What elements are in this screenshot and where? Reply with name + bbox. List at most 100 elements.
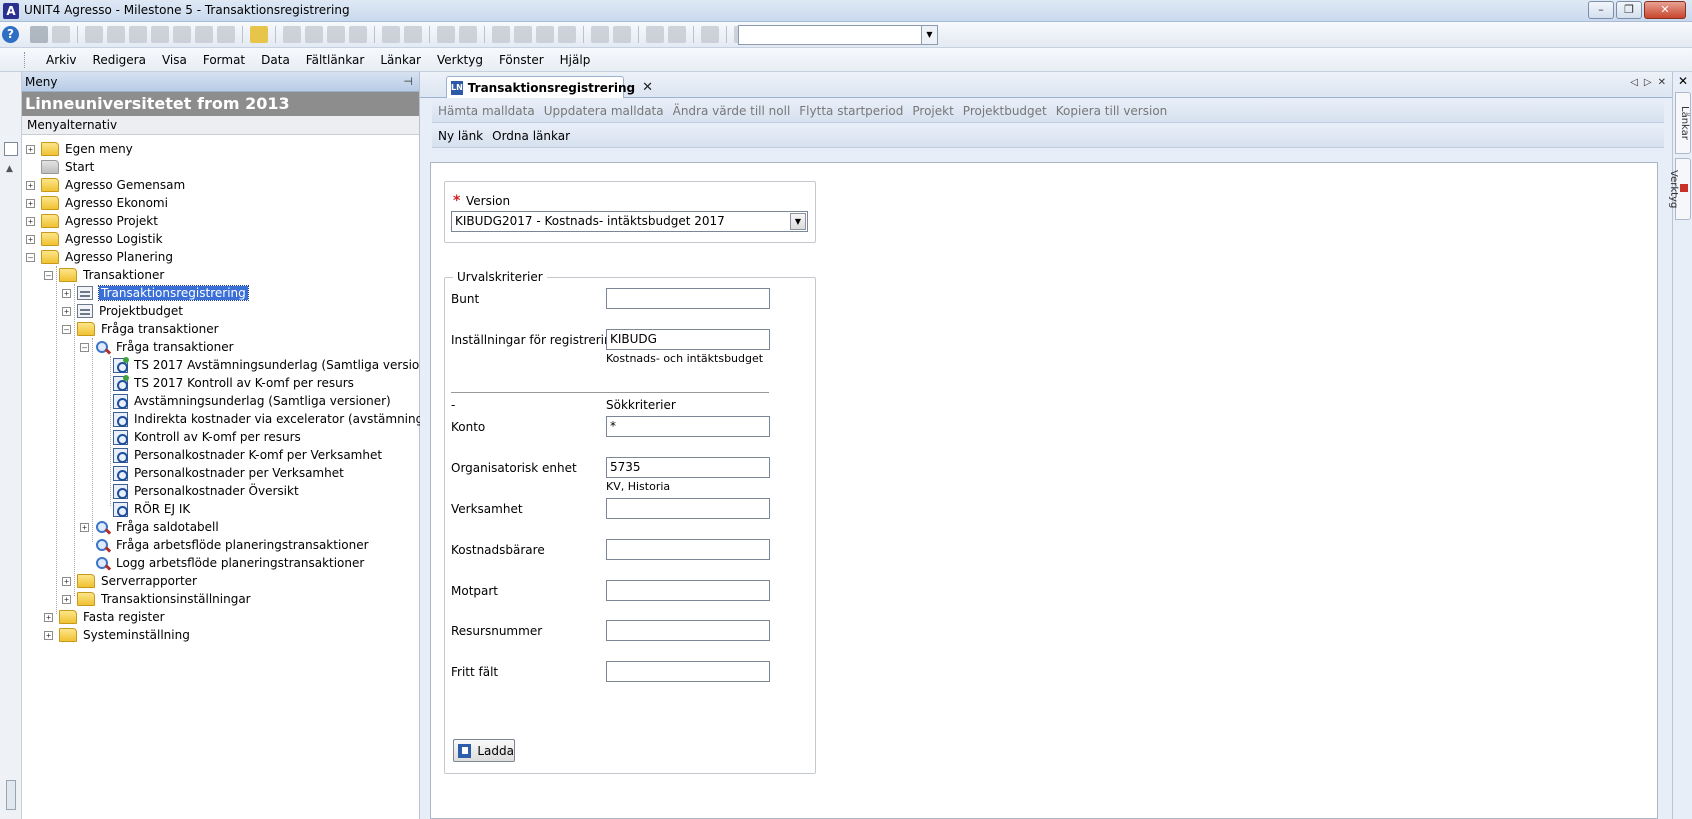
- flytta-startperiod-button[interactable]: Flytta startperiod: [799, 104, 903, 118]
- expand-toggle[interactable]: +: [62, 576, 71, 586]
- copy-row-icon[interactable]: [382, 26, 400, 43]
- settings-input[interactable]: KIBUDG: [606, 329, 770, 350]
- tree-item-agresso-planering[interactable]: – Agresso Planering: [26, 248, 173, 266]
- kopiera-version-button[interactable]: Kopiera till version: [1056, 104, 1168, 118]
- chart-icon[interactable]: [459, 26, 477, 43]
- help-topic-icon[interactable]: [250, 26, 268, 43]
- menu-lankar[interactable]: Länkar: [372, 53, 429, 67]
- next-record-icon[interactable]: [327, 26, 345, 43]
- expand-toggle[interactable]: +: [26, 144, 35, 154]
- tree-item-agresso-ekonomi[interactable]: + Agresso Ekonomi: [26, 194, 168, 212]
- tree-item-agresso-projekt[interactable]: + Agresso Projekt: [26, 212, 158, 230]
- fritt-falt-input[interactable]: [606, 661, 770, 682]
- tree-item-agresso-gemensam[interactable]: + Agresso Gemensam: [26, 176, 185, 194]
- first-record-icon[interactable]: [283, 26, 301, 43]
- tree-item-report[interactable]: Kontroll av K-omf per resurs: [98, 428, 301, 446]
- version-select[interactable]: KIBUDG2017 - Kostnads- intäktsbudget 201…: [451, 211, 808, 232]
- stop-icon[interactable]: [217, 26, 235, 43]
- bunt-input[interactable]: [606, 288, 770, 309]
- tree-item-fraga-transaktioner-folder[interactable]: – Fråga transaktioner: [62, 320, 219, 338]
- menu-visa[interactable]: Visa: [154, 53, 195, 67]
- tree-item-report[interactable]: TS 2017 Avstämningsunderlag (Samtliga ve…: [98, 356, 444, 374]
- paste-row-icon[interactable]: [404, 26, 422, 43]
- tab-lankar[interactable]: Länkar: [1675, 92, 1691, 154]
- ny-lank-button[interactable]: Ny länk: [438, 129, 483, 143]
- clipboard-icon[interactable]: [613, 26, 631, 43]
- stop-circle-icon[interactable]: [701, 26, 719, 43]
- tab-prev-icon[interactable]: ◁: [1630, 77, 1638, 88]
- menu-redigera[interactable]: Redigera: [85, 53, 154, 67]
- tree-item-systeminstallning[interactable]: + Systeminställning: [44, 626, 190, 644]
- last-record-icon[interactable]: [349, 26, 367, 43]
- tree-item-report[interactable]: Personalkostnader Översikt: [98, 482, 299, 500]
- pin-icon[interactable]: ⊣: [403, 75, 413, 88]
- tree-item-transaktionsinstallningar[interactable]: + Transaktionsinställningar: [62, 590, 251, 608]
- copy-icon[interactable]: [514, 26, 532, 43]
- find-icon[interactable]: [151, 26, 169, 43]
- expand-toggle[interactable]: +: [26, 180, 35, 190]
- kostnadsbarare-input[interactable]: [606, 539, 770, 560]
- filter-icon[interactable]: [173, 26, 191, 43]
- sort-icon[interactable]: [195, 26, 213, 43]
- close-icon[interactable]: ✕: [1673, 74, 1692, 88]
- menu-toggle-icon[interactable]: [4, 142, 18, 156]
- konto-input[interactable]: *: [606, 416, 770, 437]
- tab-close-all-icon[interactable]: ✕: [1658, 77, 1666, 88]
- expand-toggle[interactable]: +: [26, 234, 35, 244]
- restore-button[interactable]: ❐: [1616, 1, 1642, 19]
- back-arrow-icon[interactable]: [646, 26, 664, 43]
- left-scrollbar[interactable]: [6, 780, 16, 810]
- menu-faltlankar[interactable]: Fältlänkar: [298, 53, 373, 67]
- tree-item-start[interactable]: Start: [26, 158, 94, 176]
- menu-arkiv[interactable]: Arkiv: [38, 53, 85, 67]
- window-icon[interactable]: [591, 26, 609, 43]
- tree-item-transaktioner[interactable]: – Transaktioner: [44, 266, 164, 284]
- projekt-button[interactable]: Projekt: [912, 104, 953, 118]
- minimize-button[interactable]: –: [1588, 1, 1614, 19]
- expand-toggle[interactable]: +: [80, 522, 89, 532]
- previous-record-icon[interactable]: [305, 26, 323, 43]
- tab-next-icon[interactable]: ▷: [1644, 77, 1652, 88]
- ladda-button[interactable]: Ladda: [453, 739, 515, 762]
- tree-item-report[interactable]: Indirekta kostnader via excelerator (avs…: [98, 410, 428, 428]
- print-preview-icon[interactable]: [558, 26, 576, 43]
- zoom-icon[interactable]: [536, 26, 554, 43]
- tree-item-report[interactable]: Avstämningsunderlag (Samtliga versioner): [98, 392, 391, 410]
- menu-data[interactable]: Data: [253, 53, 298, 67]
- tree-item-report[interactable]: RÖR EJ IK: [98, 500, 190, 518]
- save-icon[interactable]: [52, 26, 70, 43]
- tab-verktyg[interactable]: Verktyg: [1668, 158, 1691, 220]
- chevron-down-icon[interactable]: ▼: [790, 213, 806, 230]
- expand-toggle[interactable]: +: [26, 198, 35, 208]
- expand-toggle[interactable]: +: [44, 612, 53, 622]
- expand-toggle[interactable]: +: [26, 216, 35, 226]
- print-icon[interactable]: [30, 26, 48, 43]
- expand-toggle[interactable]: +: [62, 594, 71, 604]
- grid-icon[interactable]: [437, 26, 455, 43]
- tree-item-egen-meny[interactable]: + Egen meny: [26, 140, 133, 158]
- tree-item-report[interactable]: TS 2017 Kontroll av K-omf per resurs: [98, 374, 354, 392]
- tree-item-report[interactable]: Personalkostnader per Verksamhet: [98, 464, 344, 482]
- close-icon[interactable]: ✕: [642, 80, 653, 95]
- menu-format[interactable]: Format: [195, 53, 253, 67]
- toolbar-combo[interactable]: ▼: [738, 25, 938, 45]
- hamta-malldata-button[interactable]: Hämta malldata: [438, 104, 535, 118]
- tree-item-transaktionsregistrering[interactable]: + Transaktionsregistrering: [62, 284, 249, 302]
- tab-transaktionsregistrering[interactable]: LN Transaktionsregistrering ✕: [446, 76, 653, 98]
- tree-item-agresso-logistik[interactable]: + Agresso Logistik: [26, 230, 163, 248]
- andra-varde-button[interactable]: Ändra värde till noll: [673, 104, 791, 118]
- help-icon[interactable]: ?: [2, 26, 19, 43]
- tree-item-report[interactable]: Personalkostnader K-omf per Verksamhet: [98, 446, 382, 464]
- close-window-button[interactable]: ✕: [1644, 1, 1686, 19]
- tree-item-fasta-register[interactable]: + Fasta register: [44, 608, 165, 626]
- open-folder-icon[interactable]: [85, 26, 103, 43]
- tree-item-fraga-saldotabell[interactable]: + Fråga saldotabell: [80, 518, 219, 536]
- tree-item-projektbudget[interactable]: + Projektbudget: [62, 302, 183, 320]
- projektbudget-button[interactable]: Projektbudget: [963, 104, 1047, 118]
- chevron-down-icon[interactable]: ▼: [921, 26, 937, 44]
- menu-fonster[interactable]: Fönster: [491, 53, 552, 67]
- expand-toggle[interactable]: +: [44, 630, 53, 640]
- resursnummer-input[interactable]: [606, 620, 770, 641]
- tree-item-serverrapporter[interactable]: + Serverrapporter: [62, 572, 197, 590]
- expand-toggle[interactable]: +: [62, 288, 71, 298]
